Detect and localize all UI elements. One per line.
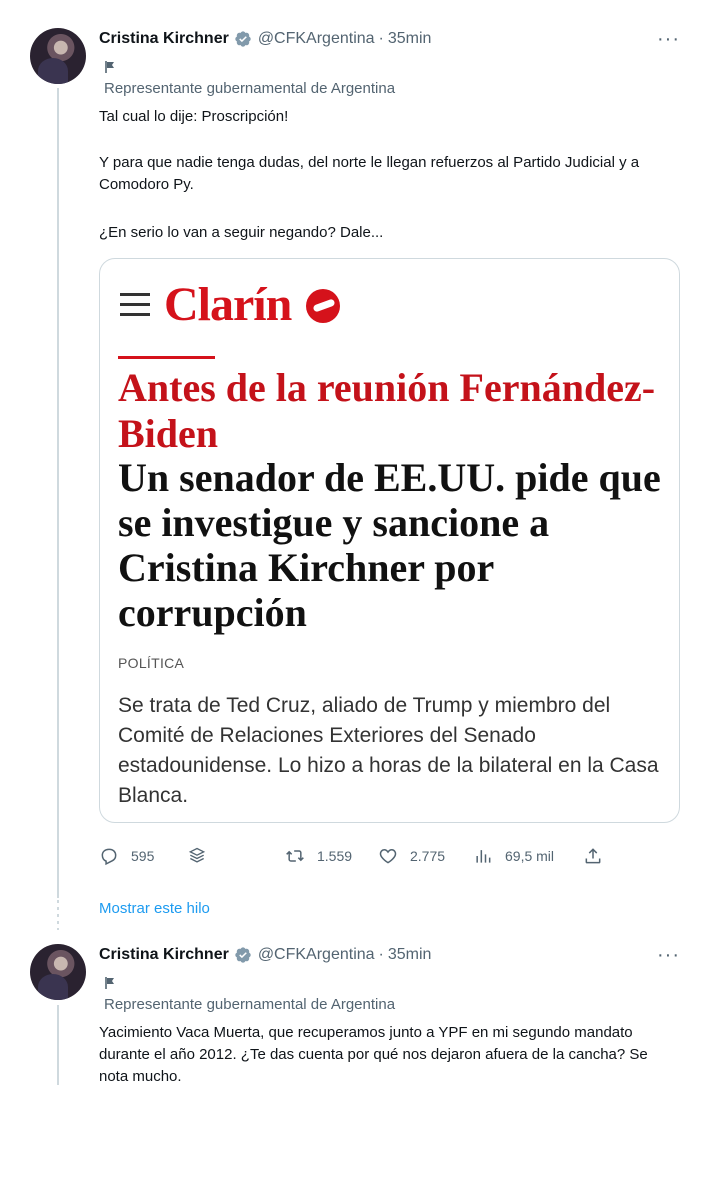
article-summary: Se trata de Ted Cruz, aliado de Trump y … (118, 694, 659, 807)
clarin-logo-mark (306, 289, 340, 323)
reply-count: 595 (131, 848, 155, 864)
views-icon (476, 850, 491, 863)
timestamp[interactable]: 35min (388, 30, 432, 48)
author-name[interactable]: Cristina Kirchner (99, 946, 229, 964)
thread-line (57, 88, 59, 898)
verified-badge-icon (235, 947, 251, 963)
more-options-button[interactable]: ··· (657, 944, 680, 967)
government-flag-icon (104, 976, 116, 993)
retweet-count: 1.559 (317, 848, 353, 864)
red-divider (118, 356, 215, 359)
separator: · (378, 946, 384, 963)
author-handle[interactable]: @CFKArgentina (258, 30, 375, 48)
thread-line (57, 1005, 59, 1085)
timestamp[interactable]: 35min (388, 946, 432, 964)
views-count: 69,5 mil (505, 848, 555, 864)
heart-icon (379, 848, 397, 864)
share-icon (585, 848, 601, 864)
news-image-card[interactable]: Clarín Antes de la reunión Fernández-Bid… (99, 258, 680, 823)
section-label: POLÍTICA (118, 655, 185, 671)
tweet-text-paragraph: ¿En serio lo van a seguir negando? Dale.… (99, 224, 384, 241)
stack-button[interactable] (187, 846, 219, 866)
headline: Un senador de EE.UU. pide que se investi… (118, 455, 661, 635)
stack-icon (188, 847, 206, 863)
tweet-text: Yacimiento Vaca Muerta, que recuperamos … (99, 1024, 648, 1085)
like-button[interactable]: 2.775 (378, 846, 445, 866)
author-name[interactable]: Cristina Kirchner (99, 30, 229, 48)
avatar[interactable] (30, 944, 86, 1000)
retweet-button[interactable]: 1.559 (285, 846, 352, 866)
tweet-actions: 595 1.559 2.775 69,5 mil (99, 846, 619, 868)
hamburger-menu-icon (120, 293, 150, 316)
verified-badge-icon (235, 31, 251, 47)
retweet-icon (286, 850, 304, 862)
tweet-header: Cristina Kirchner @CFKArgentina · 35min (99, 30, 431, 48)
show-thread-link[interactable]: Mostrar este hilo (99, 900, 210, 917)
government-label: Representante gubernamental de Argentina (104, 996, 396, 1013)
share-button[interactable] (583, 846, 615, 866)
thread-dots (57, 900, 59, 930)
tweet-header: Cristina Kirchner @CFKArgentina · 35min (99, 946, 431, 964)
like-count: 2.775 (410, 848, 446, 864)
separator: · (378, 30, 384, 47)
views-button[interactable]: 69,5 mil (473, 846, 554, 866)
tweet-text-paragraph: Y para que nadie tenga dudas, del norte … (99, 154, 640, 193)
author-handle[interactable]: @CFKArgentina (258, 946, 375, 964)
headline-kicker: Antes de la reunión Fernández-Biden (118, 365, 656, 456)
reply-icon (101, 848, 117, 866)
government-flag-icon (104, 60, 116, 77)
reply-button[interactable]: 595 (99, 846, 154, 866)
avatar[interactable] (30, 28, 86, 84)
clarin-logo: Clarín (164, 278, 292, 331)
tweet-text-paragraph: Tal cual lo dije: Proscripción! (99, 108, 289, 125)
government-label: Representante gubernamental de Argentina (104, 80, 396, 97)
more-options-button[interactable]: ··· (657, 28, 680, 51)
